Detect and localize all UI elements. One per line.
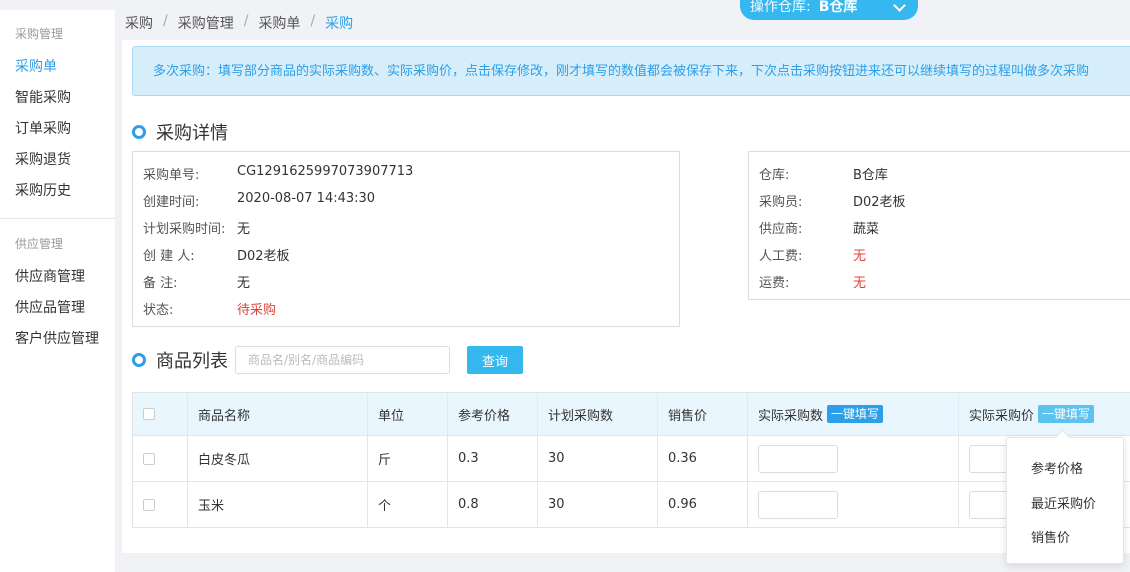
table-header: 商品名称 单位 参考价格 计划采购数 销售价 实际采购数 一键填写 实际采购价 … [133,393,1130,435]
sidebar-item-purchase-history[interactable]: 采购历史 [0,176,115,207]
info-label: 供应商: [759,222,803,237]
info-label: 采购单号: [143,168,200,183]
info-label: 运费: [759,276,790,291]
creator: D02老板 [237,249,290,264]
goods-plan-qty: 30 [538,436,658,481]
sidebar-item-smart-purchase[interactable]: 智能采购 [0,83,115,114]
info-label: 采购员: [759,195,803,210]
buyer: D02老板 [853,195,906,210]
breadcrumb-separator: / [163,13,168,29]
breadcrumb: 采购 / 采购管理 / 采购单 / 采购 [125,13,353,33]
info-label: 备 注: [143,276,178,291]
goods-sale-price: 0.96 [658,482,748,527]
header-checkbox-cell [133,393,188,435]
search-button[interactable]: 查询 [467,346,523,374]
sidebar-divider [0,218,115,219]
table-row: 白皮冬瓜 斤 0.3 30 0.36 [133,435,1130,481]
sidebar-group-purchase-title: 采购管理 [15,27,64,41]
goods-unit: 个 [368,482,448,527]
goods-sale-price: 0.36 [658,436,748,481]
main-panel: 多次采购：填写部分商品的实际采购数、实际采购价，点击保存修改，刚才填写的数值都会… [122,40,1130,553]
breadcrumb-separator: / [310,13,316,29]
sidebar: 采购管理 采购单 智能采购 订单采购 采购退货 采购历史 供应管理 供应商管理 … [0,10,115,572]
fill-price-dropdown: 参考价格 最近采购价 销售价 [1006,429,1124,564]
chevron-down-icon [893,0,906,12]
remarks: 无 [237,276,251,291]
actual-qty-input[interactable] [758,444,838,473]
warehouse-selector[interactable]: 操作仓库: B仓库 [740,0,918,20]
column-header: 销售价 [658,393,748,435]
detail-title-text: 采购详情 [156,123,228,144]
info-label: 人工费: [759,249,803,264]
warehouse-value: B仓库 [818,0,858,15]
goods-unit: 斤 [368,436,448,481]
sidebar-item-supply-goods-management[interactable]: 供应品管理 [0,293,115,324]
sidebar-item-purchase-return[interactable]: 采购退货 [0,145,115,176]
row-checkbox-cell [133,436,188,481]
dropdown-item-sale-price[interactable]: 销售价 [1031,527,1070,546]
detail-info-left: 采购单号: CG1291625997073907713 创建时间: 2020-08-… [132,151,680,327]
breadcrumb-current: 采购 [325,16,354,32]
actual-qty-input[interactable] [758,490,838,519]
shipping-cost: 无 [853,276,867,291]
fill-all-price-button[interactable]: 一键填写 [1038,405,1095,423]
goods-title-text: 商品列表 [156,351,228,372]
detail-info-right: 仓库: B仓库 采购员: D02老板 供应商: 蔬菜 人工费: 无 运费: 无 [748,151,1130,300]
row-checkbox[interactable] [143,498,155,511]
dropdown-item-ref-price[interactable]: 参考价格 [1031,458,1083,477]
column-header: 商品名称 [188,393,368,435]
column-header-actual-qty: 实际采购数 一键填写 [748,393,959,435]
created-time: 2020-08-07 14:43:30 [237,191,376,206]
info-label: 创建时间: [143,195,200,210]
sidebar-item-customer-supply-management[interactable]: 客户供应管理 [0,324,115,355]
column-header: 参考价格 [448,393,538,435]
info-label: 计划采购时间: [143,222,226,237]
fill-all-qty-button[interactable]: 一键填写 [827,405,884,423]
breadcrumb-item[interactable]: 采购管理 [178,13,234,33]
breadcrumb-item[interactable]: 采购单 [258,13,300,33]
goods-plan-qty: 30 [538,482,658,527]
sidebar-item-purchase-order[interactable]: 采购单 [0,52,115,83]
breadcrumb-separator: / [243,13,249,29]
goods-name: 玉米 [188,482,368,527]
detail-section-title: 采购详情 [132,119,228,145]
table-row: 玉米 个 0.8 30 0.96 [133,481,1130,527]
info-label: 仓库: [759,168,790,183]
goods-table: 商品名称 单位 参考价格 计划采购数 销售价 实际采购数 一键填写 实际采购价 … [132,392,1130,528]
goods-search-input[interactable] [235,346,450,374]
warehouse-label: 操作仓库: [750,0,811,15]
column-header: 单位 [368,393,448,435]
breadcrumb-item[interactable]: 采购 [125,13,153,33]
actual-qty-cell [748,482,959,527]
planned-purchase-time: 无 [237,222,251,237]
supplier: 蔬菜 [853,222,880,237]
goods-ref-price: 0.8 [448,482,538,527]
goods-section-title: 商品列表 [132,347,228,373]
sidebar-item-order-purchase[interactable]: 订单采购 [0,114,115,145]
warehouse-name: B仓库 [853,168,888,183]
select-all-checkbox[interactable] [143,408,155,420]
column-header: 实际采购价 [969,408,1035,424]
goods-ref-price: 0.3 [448,436,538,481]
column-header-actual-price: 实际采购价 一键填写 [959,393,1130,435]
purchase-order-number: CG1291625997073907713 [237,164,414,179]
goods-name: 白皮冬瓜 [188,436,368,481]
section-ring-icon [132,125,146,139]
dropdown-item-recent-price[interactable]: 最近采购价 [1031,493,1096,512]
column-header: 实际采购数 [758,408,824,424]
labor-cost: 无 [853,249,867,264]
row-checkbox[interactable] [143,452,155,465]
info-label: 状态: [143,303,174,318]
status-badge: 待采购 [237,303,277,318]
row-checkbox-cell [133,482,188,527]
notice-banner: 多次采购：填写部分商品的实际采购数、实际采购价，点击保存修改，刚才填写的数值都会… [132,46,1130,96]
info-label: 创 建 人: [143,249,195,264]
section-ring-icon [132,353,146,367]
sidebar-item-supplier-management[interactable]: 供应商管理 [0,262,115,293]
column-header: 计划采购数 [538,393,658,435]
sidebar-group-supply-title: 供应管理 [15,237,64,251]
actual-qty-cell [748,436,959,481]
